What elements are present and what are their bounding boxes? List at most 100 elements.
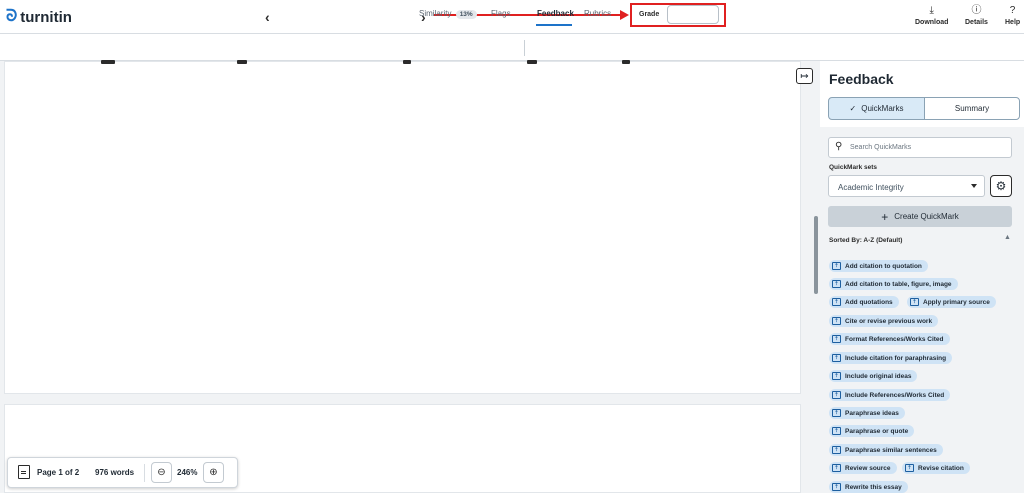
quickmark-chip[interactable]: ⇡ Include citation for paraphrasing bbox=[829, 352, 953, 364]
download-label: Download bbox=[915, 19, 949, 26]
summary-tab-button[interactable]: Summary bbox=[924, 97, 1020, 120]
quickmark-chip[interactable]: ⇡ Revise citation bbox=[902, 462, 970, 474]
quickmark-chip[interactable]: ⇡ Rewrite this essay bbox=[829, 481, 908, 493]
document-icon bbox=[18, 465, 30, 479]
quickmark-label: Add quotations bbox=[845, 298, 893, 306]
view-tabs bbox=[0, 34, 1024, 61]
collapse-panel-button[interactable]: ↦ bbox=[796, 68, 813, 84]
grade-input[interactable] bbox=[667, 5, 719, 24]
quickmark-label: Paraphrase ideas bbox=[845, 409, 899, 417]
quickmark-chip[interactable]: ⇡ Include original ideas bbox=[829, 370, 918, 382]
tab-feedback[interactable]: Feedback bbox=[537, 9, 574, 18]
download-icon: ⤓ bbox=[929, 5, 934, 16]
quickmark-chip[interactable]: ⇡ Paraphrase ideas bbox=[829, 407, 905, 419]
info-icon: ⓘ bbox=[971, 5, 982, 16]
details-button[interactable]: ⓘ Details bbox=[965, 5, 988, 26]
page-indicator: Page 1 of 2 bbox=[37, 468, 80, 477]
quickmark-icon: ⇡ bbox=[832, 391, 841, 399]
grade-label: Grade bbox=[639, 11, 660, 18]
quickmark-label: Revise citation bbox=[918, 464, 964, 472]
quickmark-icon: ⇡ bbox=[832, 280, 841, 288]
quickmark-set-select[interactable]: Academic Integrity bbox=[828, 175, 985, 197]
quickmark-icon: ⇡ bbox=[832, 335, 841, 343]
word-count: 976 words bbox=[95, 468, 135, 477]
page-controls: Page 1 of 2 976 words ⊖ 246% ⊕ bbox=[7, 457, 238, 488]
quickmark-label: Cite or revise previous work bbox=[845, 317, 933, 325]
prev-submission-button[interactable]: ‹ bbox=[265, 9, 270, 25]
quickmark-icon: ⇡ bbox=[832, 483, 841, 491]
feedback-title: Feedback bbox=[829, 71, 894, 87]
create-quickmark-button[interactable]: + Create QuickMark bbox=[828, 206, 1012, 227]
top-bar: ᘐ turnitin ‹ › bbox=[0, 0, 1024, 34]
quickmark-sets-label: QuickMark sets bbox=[829, 164, 878, 171]
quickmark-icon: ⇡ bbox=[832, 427, 841, 435]
search-placeholder: Search QuickMarks bbox=[850, 144, 912, 151]
quickmark-chip[interactable]: ⇡ Cite or revise previous work bbox=[829, 315, 939, 327]
scroll-up-icon[interactable]: ▲ bbox=[1004, 234, 1011, 241]
quickmark-icon: ⇡ bbox=[832, 298, 841, 306]
chevron-down-icon bbox=[971, 184, 977, 188]
help-label: Help bbox=[1005, 19, 1021, 26]
quickmark-label: Apply primary source bbox=[923, 298, 990, 306]
quickmark-settings-button[interactable]: ⚙ bbox=[990, 175, 1012, 197]
quickmark-chip[interactable]: ⇡ Paraphrase similar sentences bbox=[829, 444, 943, 456]
sort-label: Sorted By: A-Z (Default) bbox=[829, 237, 903, 244]
quickmark-label: Include References/Works Cited bbox=[845, 391, 945, 399]
active-tab-indicator bbox=[536, 24, 572, 26]
similarity-badge: 13% bbox=[455, 10, 477, 19]
zoom-in-icon: ⊕ bbox=[209, 467, 218, 478]
divider bbox=[144, 464, 145, 482]
quickmark-chip[interactable]: ⇡ Add citation to quotation bbox=[829, 260, 928, 272]
annotation-arrow-head bbox=[620, 10, 629, 20]
download-button[interactable]: ⤓ Download bbox=[915, 5, 948, 26]
quickmark-chip[interactable]: ⇡ Paraphrase or quote bbox=[829, 425, 915, 437]
tab-similarity[interactable]: Similarity 13% bbox=[419, 9, 477, 19]
gear-icon: ⚙ bbox=[995, 179, 1007, 193]
quickmark-label: Paraphrase similar sentences bbox=[845, 446, 937, 454]
quickmark-icon: ⇡ bbox=[832, 446, 841, 454]
turnitin-logo[interactable]: ᘐ turnitin bbox=[6, 8, 72, 26]
search-icon: ⚲ bbox=[835, 141, 843, 152]
quickmark-label: Paraphrase or quote bbox=[845, 427, 909, 435]
quickmark-icon: ⇡ bbox=[832, 409, 841, 417]
quickmarks-search[interactable]: ⚲ Search QuickMarks bbox=[828, 137, 1012, 158]
quickmark-icon: ⇡ bbox=[832, 354, 841, 362]
text-fragment bbox=[403, 60, 411, 64]
quickmark-label: Add citation to table, figure, image bbox=[845, 280, 952, 288]
quickmark-chip[interactable]: ⇡ Include References/Works Cited bbox=[829, 389, 951, 401]
text-fragment bbox=[101, 60, 115, 64]
scrollbar-thumb[interactable] bbox=[814, 216, 818, 294]
zoom-out-icon: ⊖ bbox=[157, 467, 166, 478]
quickmark-chip[interactable]: ⇡ Apply primary source bbox=[907, 296, 996, 308]
zoom-in-button[interactable]: ⊕ bbox=[203, 462, 224, 483]
turnitin-logo-icon: ᘐ bbox=[6, 8, 18, 25]
zoom-out-button[interactable]: ⊖ bbox=[151, 462, 172, 483]
help-button[interactable]: ? Help bbox=[1005, 5, 1020, 26]
text-fragment bbox=[622, 60, 630, 64]
details-label: Details bbox=[965, 19, 988, 26]
quickmarks-tab-button[interactable]: ✓ QuickMarks bbox=[828, 97, 925, 120]
quickmark-icon: ⇡ bbox=[832, 464, 841, 472]
quickmark-icon: ⇡ bbox=[910, 298, 919, 306]
tab-similarity-label: Similarity bbox=[419, 9, 452, 18]
arrow-right-icon: ↦ bbox=[800, 70, 809, 82]
quickmark-chip[interactable]: ⇡ Review source bbox=[829, 462, 897, 474]
create-quickmark-label: Create QuickMark bbox=[894, 212, 959, 221]
tab-divider bbox=[524, 40, 525, 56]
quickmark-icon: ⇡ bbox=[905, 464, 914, 472]
tab-flags[interactable]: Flags bbox=[491, 9, 511, 18]
quickmark-icon: ⇡ bbox=[832, 262, 841, 270]
text-fragment bbox=[237, 60, 247, 64]
zoom-level: 246% bbox=[177, 468, 198, 477]
quickmark-chip[interactable]: ⇡ Format References/Works Cited bbox=[829, 333, 950, 345]
quickmark-chip[interactable]: ⇡ Add citation to table, figure, image bbox=[829, 278, 958, 290]
check-icon: ✓ bbox=[849, 104, 857, 113]
document-page-1[interactable] bbox=[4, 60, 801, 394]
quickmark-label: Review source bbox=[845, 464, 891, 472]
help-icon: ? bbox=[1009, 5, 1016, 16]
tab-rubrics[interactable]: Rubrics bbox=[584, 9, 611, 18]
text-fragment bbox=[527, 60, 537, 64]
selected-set: Academic Integrity bbox=[838, 183, 904, 192]
quickmark-chip[interactable]: ⇡ Add quotations bbox=[829, 296, 899, 308]
quickmark-label: Format References/Works Cited bbox=[845, 335, 944, 343]
